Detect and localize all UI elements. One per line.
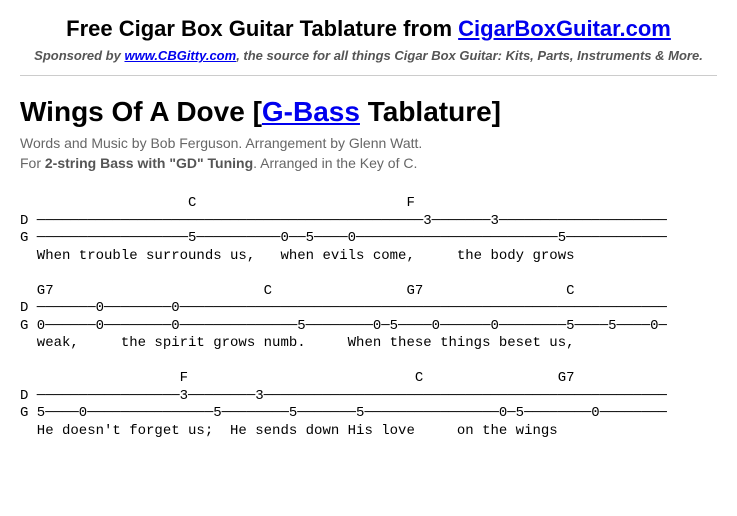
meta-block: Words and Music by Bob Ferguson. Arrange…: [20, 134, 717, 173]
page-title: Wings Of A Dove [G-Bass Tablature]: [20, 96, 717, 128]
banner-title: Free Cigar Box Guitar Tablature from Cig…: [20, 16, 717, 42]
meta-tuning: 2-string Bass with "GD" Tuning: [45, 155, 253, 171]
title-song: Wings Of A Dove [: [20, 96, 262, 127]
title-link[interactable]: G-Bass: [262, 96, 360, 127]
tablature-block: C F D ──────────────────────────────────…: [20, 195, 717, 440]
sponsor-prefix: Sponsored by: [34, 48, 124, 63]
sponsor-link[interactable]: www.CBGitty.com: [124, 48, 236, 63]
meta-line2a: For: [20, 155, 45, 171]
title-after: Tablature]: [360, 96, 501, 127]
meta-line2c: . Arranged in the Key of C.: [253, 155, 417, 171]
sponsor-line: Sponsored by www.CBGitty.com, the source…: [20, 48, 717, 63]
divider: [20, 75, 717, 76]
banner-link[interactable]: CigarBoxGuitar.com: [458, 16, 671, 41]
meta-line1: Words and Music by Bob Ferguson. Arrange…: [20, 135, 422, 151]
banner-prefix: Free Cigar Box Guitar Tablature from: [66, 16, 458, 41]
sponsor-suffix: , the source for all things Cigar Box Gu…: [236, 48, 703, 63]
